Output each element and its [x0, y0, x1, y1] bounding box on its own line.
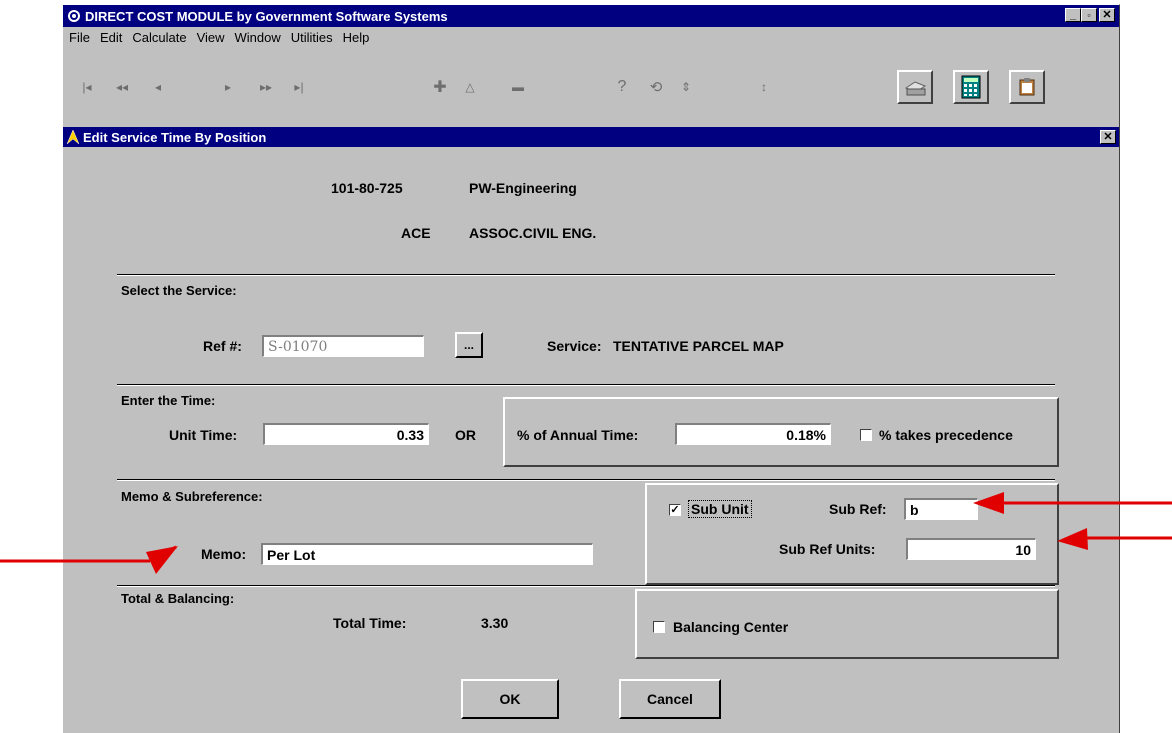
- app-logo-icon: [66, 8, 82, 24]
- total-time-value: 3.30: [481, 615, 509, 631]
- memo-heading: Memo & Subreference:: [121, 489, 263, 504]
- prev-record-icon[interactable]: ◂: [151, 77, 165, 97]
- menu-calculate[interactable]: Calculate: [132, 30, 186, 45]
- add-record-icon[interactable]: ✚: [431, 77, 449, 97]
- dept-name: PW-Engineering: [469, 180, 577, 196]
- sub-ref-label: Sub Ref:: [829, 501, 887, 517]
- menu-help[interactable]: Help: [343, 30, 370, 45]
- browse-service-button[interactable]: ...: [455, 332, 483, 358]
- unit-time-label: Unit Time:: [169, 427, 238, 443]
- sub-ref-units-field[interactable]: 10: [906, 538, 1036, 560]
- refresh-icon[interactable]: ⟲: [647, 77, 665, 97]
- dialog-icon: [67, 130, 79, 144]
- close-app-button[interactable]: ✕: [1099, 8, 1115, 22]
- last-record-icon[interactable]: ▸|: [291, 77, 307, 97]
- app-titlebar: DIRECT COST MODULE by Government Softwar…: [63, 5, 1119, 27]
- service-value: TENTATIVE PARCEL MAP: [613, 338, 784, 354]
- dialog-titlebar: Edit Service Time By Position ✕: [63, 127, 1119, 147]
- divider: [117, 585, 1055, 587]
- app-window: DIRECT COST MODULE by Government Softwar…: [62, 4, 1120, 733]
- sub-unit-label: Sub Unit: [688, 500, 752, 518]
- or-label: OR: [455, 427, 476, 443]
- menu-bar: File Edit Calculate View Window Utilitie…: [63, 27, 1119, 47]
- balancing-checkbox[interactable]: [653, 621, 665, 633]
- annual-time-field[interactable]: 0.18%: [675, 423, 831, 445]
- help-icon[interactable]: ?: [615, 77, 629, 97]
- position-name: ASSOC.CIVIL ENG.: [469, 225, 597, 241]
- sub-unit-panel: [645, 483, 1059, 585]
- enter-time-heading: Enter the Time:: [121, 393, 216, 408]
- sub-ref-units-label: Sub Ref Units:: [779, 541, 876, 557]
- minimize-button[interactable]: _: [1065, 8, 1081, 22]
- sub-unit-checkbox[interactable]: ✓: [669, 504, 681, 516]
- memo-field[interactable]: Per Lot: [261, 543, 593, 565]
- menu-view[interactable]: View: [197, 30, 225, 45]
- ref-label: Ref #:: [203, 338, 242, 354]
- prev-page-icon[interactable]: ◂◂: [111, 77, 133, 97]
- app-title: DIRECT COST MODULE by Government Softwar…: [85, 8, 448, 24]
- unit-time-field[interactable]: 0.33: [263, 423, 429, 445]
- divider: [117, 479, 1055, 481]
- toolbar: |◂ ◂◂ ◂ ▸ ▸▸ ▸| ✚ △ ▬ ? ⟲ ⇕ ↕: [63, 47, 1119, 127]
- menu-window[interactable]: Window: [235, 30, 281, 45]
- service-label: Service:: [547, 338, 602, 354]
- total-time-label: Total Time:: [333, 615, 407, 631]
- ref-number-field[interactable]: S-01070: [262, 335, 424, 357]
- annual-time-label: % of Annual Time:: [517, 427, 639, 443]
- cancel-button[interactable]: Cancel: [619, 679, 721, 719]
- balancing-label: Balancing Center: [673, 619, 789, 635]
- dialog-close-button[interactable]: ✕: [1100, 130, 1116, 144]
- next-page-icon[interactable]: ▸▸: [255, 77, 277, 97]
- first-record-icon[interactable]: |◂: [79, 77, 95, 97]
- expand-icon[interactable]: ⇕: [677, 77, 695, 97]
- sub-ref-field[interactable]: b: [904, 498, 978, 520]
- precedence-label: % takes precedence: [879, 427, 1013, 443]
- memo-label: Memo:: [201, 546, 247, 562]
- dialog-title: Edit Service Time By Position: [83, 129, 267, 145]
- select-service-heading: Select the Service:: [121, 283, 237, 298]
- printer-icon[interactable]: [897, 70, 933, 104]
- precedence-checkbox[interactable]: [860, 429, 872, 441]
- edit-record-icon[interactable]: △: [461, 77, 479, 97]
- menu-edit[interactable]: Edit: [100, 30, 122, 45]
- delete-record-icon[interactable]: ▬: [509, 77, 527, 97]
- divider: [117, 384, 1055, 386]
- next-record-icon[interactable]: ▸: [221, 77, 235, 97]
- calculator-icon[interactable]: [953, 70, 989, 104]
- total-heading: Total & Balancing:: [121, 591, 235, 606]
- ok-button[interactable]: OK: [461, 679, 559, 719]
- position-code: ACE: [401, 225, 431, 241]
- menu-file[interactable]: File: [69, 30, 90, 45]
- divider: [117, 274, 1055, 276]
- dept-code: 101-80-725: [331, 180, 403, 196]
- clipboard-icon[interactable]: [1009, 70, 1045, 104]
- menu-utilities[interactable]: Utilities: [291, 30, 333, 45]
- collapse-icon[interactable]: ↕: [757, 77, 771, 97]
- edit-service-dialog: Edit Service Time By Position ✕ 101-80-7…: [63, 127, 1119, 733]
- restore-button[interactable]: ▫: [1081, 8, 1097, 22]
